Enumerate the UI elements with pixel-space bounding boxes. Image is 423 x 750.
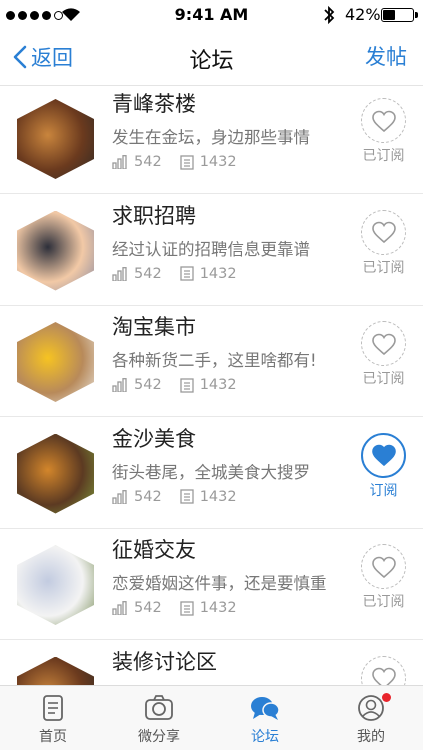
view-count: 542 xyxy=(134,600,162,616)
post-list-icon xyxy=(180,600,194,616)
post-count: 1432 xyxy=(199,265,237,282)
forum-stats: 542 1432 xyxy=(112,266,255,282)
subscribe-button[interactable] xyxy=(361,432,406,478)
post-count: 1432 xyxy=(199,377,237,393)
post-list-icon xyxy=(180,377,194,393)
forum-description: 街头巷尾，全城美食大搜罗 xyxy=(112,462,310,482)
heart-icon xyxy=(371,110,396,132)
notification-badge xyxy=(382,693,391,702)
forum-thumbnail xyxy=(17,322,94,402)
subscribe-label: 已订阅 xyxy=(362,371,405,387)
document-icon xyxy=(43,695,63,721)
bluetooth-icon xyxy=(324,5,335,25)
subscribe-label: 已订阅 xyxy=(362,594,405,610)
forum-row[interactable]: 金沙美食 街头巷尾，全城美食大搜罗 542 1432 订阅 xyxy=(0,418,423,529)
view-count: 542 xyxy=(134,154,162,170)
post-count: 1432 xyxy=(199,154,237,170)
heart-icon xyxy=(371,221,396,243)
forum-description: 经过认证的招聘信息更靠谱 xyxy=(112,239,310,259)
tab-home[interactable]: 首页 xyxy=(0,686,106,750)
forum-row[interactable]: 求职招聘 经过认证的招聘信息更靠谱 542 1432 已订阅 xyxy=(0,195,423,306)
tab-bar: 首页 微分享 论坛 我的 xyxy=(0,685,423,750)
forum-title: 青峰茶楼 xyxy=(112,92,196,116)
subscribe-button[interactable] xyxy=(361,321,406,366)
status-bar: 9:41 AM 42% xyxy=(0,0,423,30)
bar-chart-icon xyxy=(112,266,127,281)
forum-stats: 542 1432 xyxy=(112,489,255,505)
post-list-icon xyxy=(180,266,194,281)
view-count: 542 xyxy=(134,488,162,505)
bar-chart-icon xyxy=(112,489,127,504)
subscribe-label: 已订阅 xyxy=(362,148,405,164)
subscribe-label: 已订阅 xyxy=(362,259,405,276)
view-count: 542 xyxy=(134,265,162,282)
view-count: 542 xyxy=(134,377,162,393)
battery-icon xyxy=(381,8,418,22)
camera-icon xyxy=(145,695,173,720)
forum-row[interactable]: 装修讨论区 xyxy=(0,641,423,685)
bar-chart-icon xyxy=(112,378,127,392)
forum-thumbnail xyxy=(17,433,94,514)
tab-me[interactable]: 我的 xyxy=(318,686,423,750)
forum-description: 恋爱婚姻这件事，还是要慎重 xyxy=(112,574,327,593)
battery-percent: 42% xyxy=(345,5,381,24)
forum-stats: 542 1432 xyxy=(112,600,255,616)
heart-icon xyxy=(371,667,396,685)
forum-row[interactable]: 青峰茶楼 发生在金坛，身边那些事情 542 1432 已订阅 xyxy=(0,86,423,194)
forum-thumbnail xyxy=(17,99,94,179)
heart-icon xyxy=(371,333,396,355)
forum-stats: 542 1432 xyxy=(112,377,255,393)
post-list-icon xyxy=(180,154,194,170)
forum-thumbnail xyxy=(17,545,94,625)
tab-label: 微分享 xyxy=(138,729,180,745)
tab-share[interactable]: 微分享 xyxy=(106,686,212,750)
chat-bubbles-icon xyxy=(251,697,280,720)
forum-description: 发生在金坛，身边那些事情 xyxy=(112,128,310,147)
tab-forum[interactable]: 论坛 xyxy=(212,686,318,750)
post-list-icon xyxy=(180,489,194,504)
tab-label: 首页 xyxy=(39,729,67,745)
nav-bar: 返回 论坛 发帖 xyxy=(0,30,423,86)
tab-label: 论坛 xyxy=(251,729,279,745)
forum-list: 青峰茶楼 发生在金坛，身边那些事情 542 1432 已订阅 求职招聘 经过认证… xyxy=(0,86,423,685)
forum-stats: 542 1432 xyxy=(112,154,255,170)
subscribe-label: 订阅 xyxy=(369,482,398,499)
forum-title: 装修讨论区 xyxy=(112,649,217,674)
subscribe-button[interactable] xyxy=(361,655,406,685)
forum-description: 各种新货二手，这里啥都有! xyxy=(112,351,317,370)
forum-title: 淘宝集市 xyxy=(112,315,196,339)
bar-chart-icon xyxy=(112,155,127,169)
heart-icon xyxy=(371,444,396,466)
bar-chart-icon xyxy=(112,601,127,615)
forum-row[interactable]: 淘宝集市 各种新货二手，这里啥都有! 542 1432 已订阅 xyxy=(0,306,423,417)
post-button[interactable]: 发帖 xyxy=(365,41,407,71)
forum-row[interactable]: 征婚交友 恋爱婚姻这件事，还是要慎重 542 1432 已订阅 xyxy=(0,529,423,640)
forum-title: 求职招聘 xyxy=(112,203,196,228)
subscribe-button[interactable] xyxy=(361,544,406,589)
tab-label: 我的 xyxy=(357,729,385,745)
subscribe-button[interactable] xyxy=(361,209,406,255)
forum-thumbnail xyxy=(17,656,94,685)
forum-title: 金沙美食 xyxy=(112,426,196,451)
subscribe-button[interactable] xyxy=(361,98,406,143)
forum-thumbnail xyxy=(17,210,94,291)
post-count: 1432 xyxy=(199,488,237,505)
post-count: 1432 xyxy=(199,600,237,616)
heart-icon xyxy=(371,556,396,578)
forum-title: 征婚交友 xyxy=(112,538,196,562)
page-title: 论坛 xyxy=(189,49,234,74)
